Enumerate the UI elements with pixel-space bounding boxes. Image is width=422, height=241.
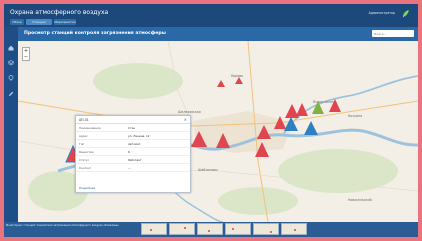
tab-overview[interactable]: Обзор (10, 19, 24, 25)
popup-title: АП-01 (79, 117, 89, 122)
leaf-logo-icon (402, 10, 409, 18)
status-ticker: Мониторинг станций: показатели загрязнен… (6, 224, 119, 227)
popup-row-key: Адрес (79, 134, 88, 138)
place-label: Новосельский (348, 198, 372, 202)
edit-icon[interactable] (8, 91, 14, 97)
popup-row-value: Работает (128, 158, 142, 162)
tab-measures[interactable]: Мероприятия (54, 19, 76, 25)
popup-row-key: Тип (79, 142, 85, 146)
zoom-control: + − (22, 47, 30, 61)
panel-title: Просмотр станций контроля загрязнения ат… (24, 31, 166, 36)
popup-row-value: — (128, 166, 131, 170)
station-marker-blue[interactable] (304, 121, 318, 135)
bottom-bar: Мониторинг станций: показатели загрязнен… (4, 222, 418, 237)
app-header: Охрана атмосферного воздуха Обзор Станци… (4, 4, 418, 30)
map-pin-icon[interactable] (8, 75, 14, 81)
station-thumbnail[interactable] (169, 223, 195, 235)
station-thumbnail[interactable] (225, 223, 251, 235)
popup-row-value: 6 (128, 150, 130, 154)
station-thumbnail[interactable] (141, 223, 167, 235)
popup-row-key: Контакт (79, 166, 92, 170)
station-thumbnail[interactable] (253, 223, 279, 235)
popup-row: Тип Автомат. (76, 140, 190, 148)
station-thumbnail[interactable] (197, 223, 223, 235)
popup-row-key: Статус (79, 158, 90, 162)
station-marker-red[interactable] (235, 77, 243, 84)
popup-row: Вещества 6 (76, 148, 190, 156)
popup-row: Адрес ул. Ленина, 12 (76, 132, 190, 140)
popup-row-value: ул. Ленина, 12 (128, 134, 150, 138)
app-title: Охрана атмосферного воздуха (10, 9, 109, 16)
forest-area (218, 187, 298, 215)
station-popup: АП-01 × Наименование Стан Адрес ул. Ленина… (75, 115, 191, 193)
app-window: Охрана атмосферного воздуха Обзор Станци… (4, 4, 418, 237)
stations-panel: Просмотр станций контроля загрязнения ат… (18, 27, 418, 222)
place-label: Шаблоновы (198, 168, 218, 172)
home-icon[interactable] (8, 45, 14, 51)
popup-row-value: Стан (128, 126, 136, 130)
user-name[interactable]: Администратор (369, 11, 395, 15)
station-marker-red[interactable] (296, 103, 308, 116)
station-thumbnail[interactable] (281, 223, 307, 235)
tab-stations[interactable]: Станции контроля (26, 19, 52, 30)
forest-area (278, 149, 398, 193)
city-area (193, 111, 293, 153)
popup-row-key: Наименование (79, 126, 101, 130)
station-marker-red[interactable] (217, 80, 225, 87)
zoom-out-button[interactable]: − (23, 54, 29, 60)
popup-row-value: Автомат. (128, 142, 142, 146)
river-branch (282, 75, 418, 136)
popup-row: Контакт — (76, 164, 190, 172)
place-label: Ясная поляна (313, 100, 336, 104)
place-label: Кирово (231, 74, 243, 78)
layers-icon[interactable] (8, 60, 14, 66)
place-label: Кочкина (348, 114, 362, 118)
popup-header: АП-01 × (76, 116, 190, 124)
popup-row-key: Вещества (79, 150, 94, 154)
popup-row: Наименование Стан (76, 124, 190, 132)
forest-area (93, 63, 183, 99)
search-input[interactable] (372, 30, 414, 37)
close-icon[interactable]: × (184, 117, 187, 122)
details-link[interactable]: Подробнее (79, 186, 95, 190)
panel-title-bar: Просмотр станций контроля загрязнения ат… (18, 27, 418, 41)
popup-row: Статус Работает (76, 156, 190, 164)
place-label: Шелеховская (178, 110, 201, 114)
left-rail (4, 27, 18, 222)
map-view[interactable]: Кирово Шелеховская Ясная поляна Кочкина … (18, 41, 418, 222)
